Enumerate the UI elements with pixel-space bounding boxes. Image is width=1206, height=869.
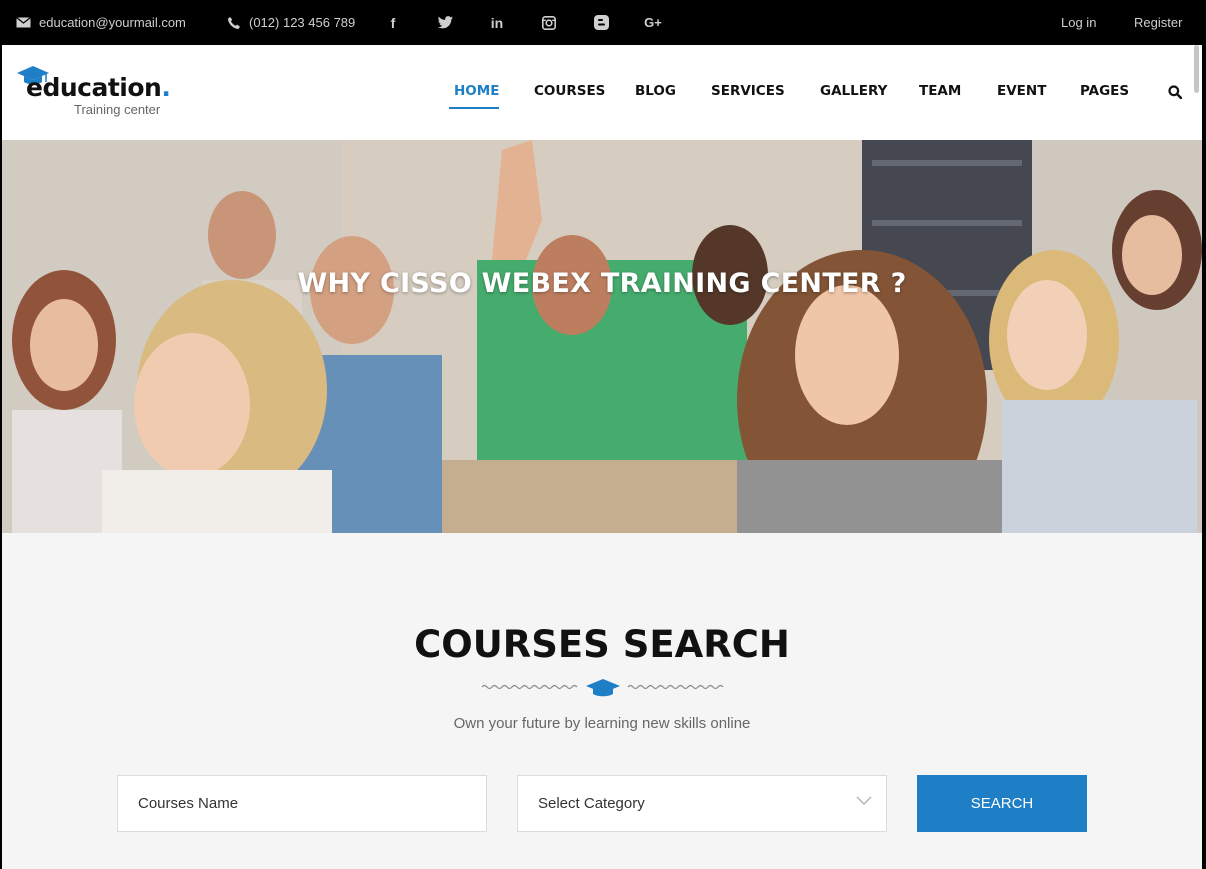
courses-search-section: COURSES SEARCH Own your future by learni… <box>2 533 1202 869</box>
logo[interactable]: education. Training center <box>16 65 176 119</box>
contact-email[interactable]: education@yourmail.com <box>16 0 186 45</box>
linkedin-icon[interactable]: in <box>487 0 507 45</box>
nav-item-courses[interactable]: COURSES <box>534 83 605 99</box>
register-link[interactable]: Register <box>1134 0 1182 45</box>
google-plus-icon[interactable]: G+ <box>643 0 663 45</box>
title-divider-cap-icon <box>481 679 724 697</box>
chevron-down-icon <box>856 796 872 806</box>
contact-phone[interactable]: (012) 123 456 789 <box>227 0 355 45</box>
classroom-students-image <box>2 140 1202 533</box>
hero-title: WHY CISSO WEBEX TRAINING CENTER ? <box>297 268 907 299</box>
nav-item-services[interactable]: SERVICES <box>711 83 785 99</box>
search-icon[interactable] <box>1168 85 1182 99</box>
nav-item-pages[interactable]: PAGES <box>1080 83 1129 99</box>
logo-tagline: Training center <box>74 102 161 117</box>
twitter-icon[interactable] <box>435 0 455 45</box>
phone-icon <box>227 16 241 30</box>
nav-item-home[interactable]: HOME <box>454 83 499 99</box>
nav-item-event[interactable]: EVENT <box>997 83 1046 99</box>
logo-wordmark: education. <box>26 73 171 102</box>
blogger-icon[interactable] <box>591 0 611 45</box>
top-bar: education@yourmail.com (012) 123 456 789… <box>0 0 1206 45</box>
course-name-field[interactable] <box>117 775 487 832</box>
instagram-icon[interactable] <box>539 0 559 45</box>
nav-item-gallery[interactable]: GALLERY <box>820 83 887 99</box>
facebook-icon[interactable]: f <box>383 0 403 45</box>
category-select-value: Select Category <box>538 795 645 812</box>
active-nav-underline <box>449 107 499 109</box>
login-link[interactable]: Log in <box>1061 0 1096 45</box>
nav-item-team[interactable]: TEAM <box>919 83 961 99</box>
search-button[interactable]: SEARCH <box>917 775 1087 832</box>
nav-item-blog[interactable]: BLOG <box>635 83 676 99</box>
envelope-icon <box>16 17 31 28</box>
category-select[interactable]: Select Category <box>517 775 887 832</box>
page-scrollbar[interactable] <box>1194 45 1199 93</box>
section-subtitle: Own your future by learning new skills o… <box>453 715 751 732</box>
section-title: COURSES SEARCH <box>414 623 790 666</box>
hero-banner: WHY CISSO WEBEX TRAINING CENTER ? <box>2 140 1202 533</box>
email-text: education@yourmail.com <box>39 15 186 30</box>
course-name-input[interactable] <box>138 795 486 812</box>
phone-text: (012) 123 456 789 <box>249 15 356 30</box>
site-header: education. Training center HOME COURSES … <box>2 45 1202 140</box>
